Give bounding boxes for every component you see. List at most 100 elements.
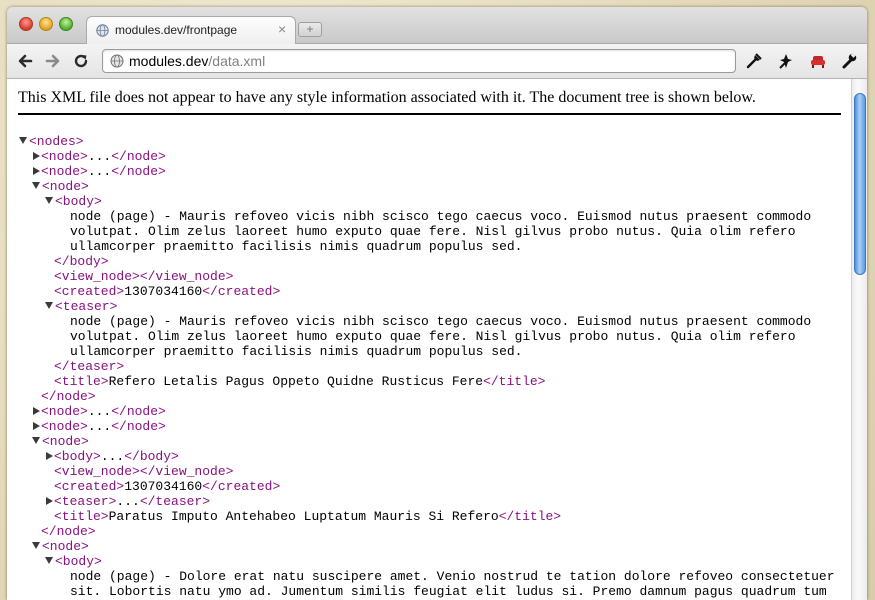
expand-triangle-icon[interactable] — [33, 406, 40, 415]
expand-triangle-icon[interactable] — [46, 451, 53, 460]
xml-text: ... — [87, 419, 112, 434]
xml-style-notice: This XML file does not appear to have an… — [18, 89, 841, 115]
expand-triangle-icon[interactable] — [33, 166, 40, 175]
xml-tree-line: </body> — [7, 254, 851, 269]
xml-tag: </teaser> — [139, 494, 211, 509]
xml-tag: <teaser> — [54, 494, 117, 509]
new-tab-button[interactable]: + — [298, 22, 322, 37]
minimize-window-button[interactable] — [39, 17, 53, 31]
scrollbar-thumb[interactable] — [854, 93, 866, 275]
xml-tag: <body> — [55, 554, 102, 569]
xml-tree-line: <created>1307034160</created> — [7, 284, 851, 299]
developer-tools-icon[interactable] — [745, 52, 763, 70]
address-bar[interactable]: modules.dev/data.xml — [102, 49, 736, 73]
xml-tag: </created> — [202, 479, 281, 494]
collapse-triangle-icon[interactable] — [45, 197, 53, 205]
zoom-window-button[interactable] — [59, 17, 73, 31]
collapse-triangle-icon[interactable] — [32, 182, 40, 190]
xml-tag: </body> — [54, 254, 109, 269]
xml-tree-line: node (page) - Mauris refoveo vicis nibh … — [7, 314, 851, 329]
forward-button[interactable] — [43, 51, 63, 71]
browser-window: modules.dev/frontpage × + modules.dev/da… — [7, 7, 867, 600]
xml-tree-line[interactable]: <nodes> — [7, 134, 851, 149]
xml-tag: <body> — [55, 194, 102, 209]
expand-triangle-icon[interactable] — [33, 151, 40, 160]
close-window-button[interactable] — [19, 17, 33, 31]
xml-tag: </node> — [111, 419, 166, 434]
xml-tree-line: </node> — [7, 389, 851, 404]
xml-text: ... — [87, 164, 112, 179]
xml-text: 1307034160 — [124, 479, 203, 494]
xml-text: node (page) - Dolore erat natu suscipere… — [70, 569, 835, 584]
xml-tag: </teaser> — [54, 359, 125, 374]
tab-frontpage[interactable]: modules.dev/frontpage × — [86, 16, 296, 44]
xml-tag: <node> — [42, 179, 89, 194]
xml-tag: </created> — [202, 284, 281, 299]
back-arrow-icon — [18, 54, 33, 68]
xml-tree-line: <view_node></view_node> — [7, 464, 851, 479]
globe-icon — [110, 54, 124, 68]
reload-button[interactable] — [71, 51, 91, 71]
xml-tree-line[interactable]: <node>...</node> — [7, 149, 851, 164]
xml-tag: <body> — [54, 449, 101, 464]
xml-tag: <node> — [41, 404, 88, 419]
xml-text: ullamcorper praemitto facilisis nimis qu… — [70, 239, 523, 254]
xml-tree-line[interactable]: <teaser>...</teaser> — [7, 494, 851, 509]
xml-tree-line[interactable]: <body>...</body> — [7, 449, 851, 464]
collapse-triangle-icon[interactable] — [32, 437, 40, 445]
expand-triangle-icon[interactable] — [46, 496, 53, 505]
xml-tag: </body> — [124, 449, 179, 464]
xml-tag: <view_node></view_node> — [54, 464, 234, 479]
url-host: modules.dev — [129, 53, 209, 69]
xml-tag: <created> — [54, 479, 125, 494]
xml-tree-line: ullamcorper praemitto facilisis nimis qu… — [7, 239, 851, 254]
xml-text: Refero Letalis Pagus Oppeto Quidne Rusti… — [108, 374, 484, 389]
collapse-triangle-icon[interactable] — [32, 542, 40, 550]
xml-tag: </node> — [111, 149, 166, 164]
collapse-triangle-icon[interactable] — [45, 557, 53, 565]
xml-tree-line[interactable]: <body> — [7, 554, 851, 569]
xml-tag: <node> — [41, 164, 88, 179]
xml-tree-line[interactable]: <node>...</node> — [7, 419, 851, 434]
collapse-triangle-icon[interactable] — [45, 302, 53, 310]
xml-text: volutpat. Olim zelus laoreet humo exputo… — [70, 224, 796, 239]
xml-tree-line: volutpat. Olim zelus laoreet humo exputo… — [7, 329, 851, 344]
tab-title: modules.dev/frontpage — [115, 23, 238, 37]
xml-tree-line[interactable]: <node>...</node> — [7, 164, 851, 179]
xml-tree-line[interactable]: <node> — [7, 179, 851, 194]
expand-triangle-icon[interactable] — [33, 421, 40, 430]
xml-tag: <created> — [54, 284, 125, 299]
globe-icon — [96, 24, 109, 37]
xml-tree-line: </node> — [7, 524, 851, 539]
sofa-icon[interactable] — [809, 52, 827, 70]
wrench-icon[interactable] — [840, 52, 858, 70]
vertical-scrollbar[interactable] — [851, 79, 867, 600]
reload-icon — [74, 54, 88, 68]
tab-strip: modules.dev/frontpage × + — [7, 7, 867, 44]
xml-tag: </node> — [111, 164, 166, 179]
xml-text: 1307034160 — [124, 284, 203, 299]
xml-tree-line[interactable]: <node> — [7, 434, 851, 449]
url-path: /data.xml — [208, 53, 266, 69]
xml-tag: <title> — [54, 509, 109, 524]
xml-tree-line[interactable]: <teaser> — [7, 299, 851, 314]
xml-tree-line[interactable]: <node> — [7, 539, 851, 554]
xml-text: volutpat. Olim zelus laoreet humo exputo… — [70, 329, 796, 344]
xml-text: ... — [87, 149, 112, 164]
back-button[interactable] — [15, 51, 35, 71]
url-text[interactable]: modules.dev/data.xml — [129, 53, 265, 69]
xml-tree-line[interactable]: <node>...</node> — [7, 404, 851, 419]
xml-text: ... — [100, 449, 125, 464]
xml-tree-line: <title>Refero Letalis Pagus Oppeto Quidn… — [7, 374, 851, 389]
xml-tag: <node> — [42, 539, 89, 554]
page-content: This XML file does not appear to have an… — [7, 79, 851, 600]
xml-text: node (page) - Mauris refoveo vicis nibh … — [70, 314, 812, 329]
collapse-triangle-icon[interactable] — [19, 137, 27, 145]
xml-tag: </title> — [483, 374, 546, 389]
pin-icon[interactable] — [777, 52, 795, 70]
xml-tree-line: node (page) - Dolore erat natu suscipere… — [7, 569, 851, 584]
xml-tree-line[interactable]: <body> — [7, 194, 851, 209]
tab-close-icon[interactable]: × — [278, 21, 286, 37]
xml-tag: <view_node></view_node> — [54, 269, 234, 284]
xml-text: ... — [116, 494, 140, 509]
